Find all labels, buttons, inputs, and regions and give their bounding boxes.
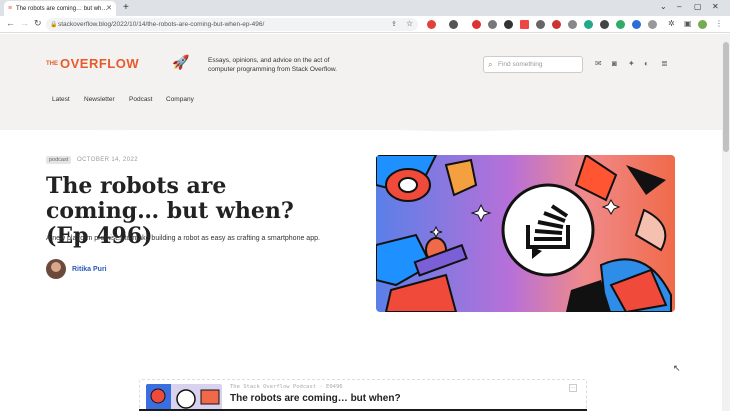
podcast-thumbnail-art bbox=[146, 384, 222, 411]
browser-tab[interactable]: ≡ The robots are coming… but wh… ✕ bbox=[4, 1, 116, 16]
stack-overflow-icon[interactable]: ≣ bbox=[661, 59, 668, 68]
tab-strip: ≡ The robots are coming… but wh… ✕ + ⌄ –… bbox=[0, 0, 730, 16]
share-icon[interactable]: ⋯ bbox=[569, 384, 577, 392]
extension-icon[interactable] bbox=[568, 20, 577, 29]
minimize-icon[interactable]: – bbox=[677, 2, 681, 11]
extension-icon[interactable] bbox=[427, 20, 436, 29]
extension-icon[interactable] bbox=[600, 20, 609, 29]
author-avatar[interactable] bbox=[46, 259, 66, 279]
article-date: OCTOBER 14, 2022 bbox=[77, 157, 138, 163]
extension-icon[interactable] bbox=[488, 20, 497, 29]
email-icon[interactable]: ✉ bbox=[595, 59, 602, 68]
tab-search-icon[interactable]: ⌄ bbox=[660, 2, 667, 11]
header-wave-divider bbox=[0, 122, 722, 132]
nav-company[interactable]: Company bbox=[166, 96, 194, 103]
article-excerpt: A new platform promises to make building… bbox=[46, 235, 320, 242]
theme-toggle-icon[interactable]: ◐ bbox=[644, 59, 649, 68]
podcast-show-name: The Stack Overflow Podcast · E0496 bbox=[230, 384, 343, 390]
stackoverflow-favicon-icon: ≡ bbox=[8, 5, 13, 12]
podcast-episode-title: The robots are coming… but when? bbox=[230, 393, 401, 404]
scrollbar-thumb[interactable] bbox=[723, 42, 729, 152]
article-hero-image[interactable] bbox=[376, 155, 675, 312]
tab-title: The robots are coming… but wh… bbox=[16, 5, 108, 12]
extension-icon[interactable] bbox=[472, 20, 481, 29]
page-content: THE OVERFLOW 🚀 Essays, opinions, and advi… bbox=[0, 34, 722, 411]
extension-icon[interactable] bbox=[552, 20, 561, 29]
extension-icon[interactable] bbox=[449, 20, 458, 29]
forward-icon[interactable]: → bbox=[20, 18, 29, 28]
extension-icon[interactable] bbox=[632, 20, 641, 29]
extension-icon[interactable] bbox=[584, 20, 593, 29]
share-icon[interactable]: ⇪ bbox=[391, 20, 397, 28]
search-placeholder: Find something bbox=[498, 61, 543, 68]
url-text: stackoverflow.blog/2022/10/14/the-robots… bbox=[58, 21, 265, 28]
address-bar[interactable]: 🔒 stackoverflow.blog/2022/10/14/the-robo… bbox=[46, 18, 418, 31]
nav-newsletter[interactable]: Newsletter bbox=[84, 96, 115, 103]
side-panel-icon[interactable]: ▣ bbox=[684, 19, 692, 28]
podcast-player[interactable]: The Stack Overflow Podcast · E0496 The r… bbox=[139, 379, 587, 411]
rss-icon[interactable]: ◙ bbox=[612, 59, 617, 68]
profile-avatar-icon[interactable] bbox=[698, 20, 707, 29]
browser-menu-icon[interactable]: ⋮ bbox=[715, 19, 723, 28]
bookmark-star-icon[interactable]: ☆ bbox=[406, 19, 413, 28]
category-badge[interactable]: podcast bbox=[46, 156, 72, 164]
maximize-icon[interactable]: ▢ bbox=[694, 2, 702, 11]
mouse-cursor-icon: ↖ bbox=[673, 363, 681, 373]
podcast-thumbnail bbox=[146, 384, 222, 411]
nav-latest[interactable]: Latest bbox=[52, 96, 70, 103]
back-icon[interactable]: ← bbox=[6, 18, 15, 28]
site-header bbox=[0, 34, 722, 130]
search-icon: ⌕ bbox=[488, 60, 493, 69]
site-logo[interactable]: THE OVERFLOW bbox=[46, 56, 139, 71]
browser-toolbar: ← → ↻ 🔒 stackoverflow.blog/2022/10/14/th… bbox=[0, 16, 730, 33]
close-tab-icon[interactable]: ✕ bbox=[106, 4, 112, 12]
new-tab-icon[interactable]: + bbox=[123, 2, 129, 13]
extension-icon[interactable] bbox=[648, 20, 657, 29]
reload-icon[interactable]: ↻ bbox=[34, 18, 42, 29]
extension-icon[interactable] bbox=[504, 20, 513, 29]
search-input[interactable]: ⌕ Find something bbox=[483, 56, 583, 73]
author-name[interactable]: Ritika Puri bbox=[72, 266, 107, 273]
close-window-icon[interactable]: ✕ bbox=[712, 2, 719, 11]
twitter-icon[interactable]: ✦ bbox=[628, 59, 635, 68]
nav-podcast[interactable]: Podcast bbox=[129, 96, 153, 103]
extension-icon[interactable] bbox=[520, 20, 529, 29]
lock-icon: 🔒 bbox=[50, 22, 58, 28]
extension-icon[interactable] bbox=[616, 20, 625, 29]
rocket-icon: 🚀 bbox=[172, 54, 190, 70]
page-scrollbar[interactable] bbox=[722, 34, 730, 411]
site-tagline: Essays, opinions, and advice on the act … bbox=[208, 57, 337, 73]
extension-icon[interactable] bbox=[536, 20, 545, 29]
hero-illustration bbox=[376, 155, 675, 312]
extensions-puzzle-icon[interactable]: ✲ bbox=[668, 19, 675, 28]
